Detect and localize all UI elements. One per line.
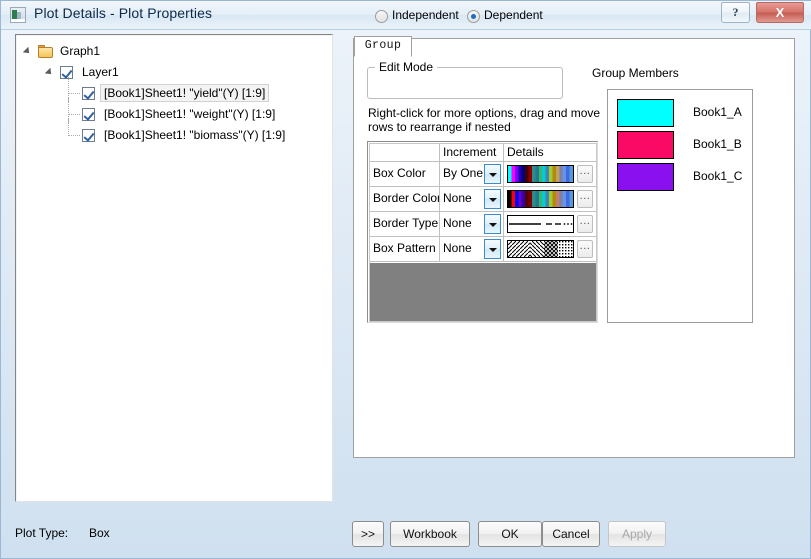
help-button[interactable]: ? (721, 2, 750, 23)
box-pattern-preview (508, 241, 573, 257)
plot-details-window: Plot Details - Plot Properties ? X Graph… (0, 0, 811, 559)
tree-node-label: Layer1 (82, 65, 119, 79)
edit-mode-legend: Edit Mode (375, 60, 438, 74)
tree-connector (68, 114, 80, 115)
tree-node-checkbox[interactable] (82, 87, 95, 100)
details-browse-button[interactable]: ... (577, 240, 593, 258)
tree-connector (68, 119, 69, 136)
tree-node-checkbox[interactable] (82, 129, 95, 142)
group-member-label: Book1_B (693, 137, 742, 151)
tree-node-label: Graph1 (60, 44, 101, 58)
details-preview-color-strip-2[interactable] (507, 190, 574, 208)
grid-header-details: Details (504, 144, 596, 162)
grid-row-details[interactable]: ... (504, 187, 596, 211)
grid-row[interactable]: Box Color By One... (370, 162, 596, 187)
increment-dropdown-button[interactable] (484, 239, 501, 259)
grid-header-name (370, 144, 440, 162)
tree-node-label: [Book1]Sheet1! "weight"(Y) [1:9] (104, 107, 276, 121)
details-preview-line-strip[interactable] (507, 215, 574, 233)
grid-hint-text: Right-click for more options, drag and m… (368, 106, 601, 134)
cancel-button[interactable]: Cancel (542, 521, 600, 547)
grid-header-increment: Increment (440, 144, 504, 162)
workbook-button[interactable]: Workbook (390, 521, 470, 547)
grid-row-name: Box Pattern (370, 237, 440, 261)
group-members-title: Group Members (592, 66, 679, 80)
increment-grid-inner[interactable]: Increment Details Box Color By One... Bord… (369, 143, 597, 322)
group-member-label: Book1_A (693, 105, 742, 119)
close-button[interactable]: X (756, 2, 804, 23)
group-member-color-swatch[interactable] (617, 163, 674, 191)
expand-button[interactable]: >> (352, 521, 384, 547)
grid-row-details[interactable]: ... (504, 237, 596, 261)
tree-connector (68, 93, 80, 94)
tree-node-label: [Book1]Sheet1! "biomass"(Y) [1:9] (104, 128, 286, 142)
increment-dropdown-button[interactable] (484, 189, 501, 209)
details-browse-button[interactable]: ... (577, 190, 593, 208)
expand-arrow-icon[interactable] (46, 68, 55, 77)
details-preview-color-strip[interactable] (507, 165, 574, 183)
radio-independent[interactable] (375, 10, 388, 23)
radio-independent-label[interactable]: Independent (392, 8, 459, 22)
increment-dropdown-button[interactable] (484, 164, 501, 184)
details-preview-pattern-strip[interactable] (507, 240, 574, 258)
plot-type-value: Box (89, 526, 110, 540)
group-members-list[interactable]: Book1_A Book1_B Book1_C (607, 89, 753, 323)
details-browse-button[interactable]: ... (577, 165, 593, 183)
tree-node-checkbox[interactable] (60, 66, 73, 79)
tab-group[interactable]: Group (354, 36, 412, 57)
window-title: Plot Details - Plot Properties (34, 5, 213, 21)
plot-properties-icon (10, 7, 26, 23)
grid-row-details[interactable]: ... (504, 162, 596, 186)
line-type-preview (508, 216, 573, 232)
expand-arrow-icon[interactable] (24, 47, 33, 56)
tree-node-label: [Book1]Sheet1! "yield"(Y) [1:9] (100, 84, 270, 102)
plot-tree-panel[interactable]: Graph1 Layer1 [Book1]Sheet1! "yield"(Y) [1… (15, 34, 333, 502)
radio-dependent[interactable] (467, 10, 480, 23)
grid-row[interactable]: Border Color None... (370, 187, 596, 212)
grid-row-name: Box Color (370, 162, 440, 186)
folder-icon (38, 45, 54, 58)
group-member-color-swatch[interactable] (617, 131, 674, 159)
grid-row-details[interactable]: ... (504, 212, 596, 236)
ok-button[interactable]: OK (478, 521, 542, 547)
increment-grid[interactable]: Increment Details Box Color By One... Bord… (367, 141, 598, 323)
details-browse-button[interactable]: ... (577, 215, 593, 233)
group-member-color-swatch[interactable] (617, 99, 674, 127)
apply-button: Apply (608, 521, 666, 547)
radio-dependent-label[interactable]: Dependent (484, 8, 543, 22)
tree-node-checkbox[interactable] (82, 108, 95, 121)
increment-dropdown-button[interactable] (484, 214, 501, 234)
grid-row[interactable]: Border Type None... (370, 212, 596, 237)
tree-connector (68, 135, 80, 136)
grid-row-name: Border Type (370, 212, 440, 236)
grid-empty-area (370, 263, 596, 321)
grid-row[interactable]: Box Pattern None... (370, 237, 596, 262)
group-member-label: Book1_C (693, 169, 743, 183)
plot-type-label: Plot Type: (15, 526, 69, 540)
grid-row-name: Border Color (370, 187, 440, 211)
